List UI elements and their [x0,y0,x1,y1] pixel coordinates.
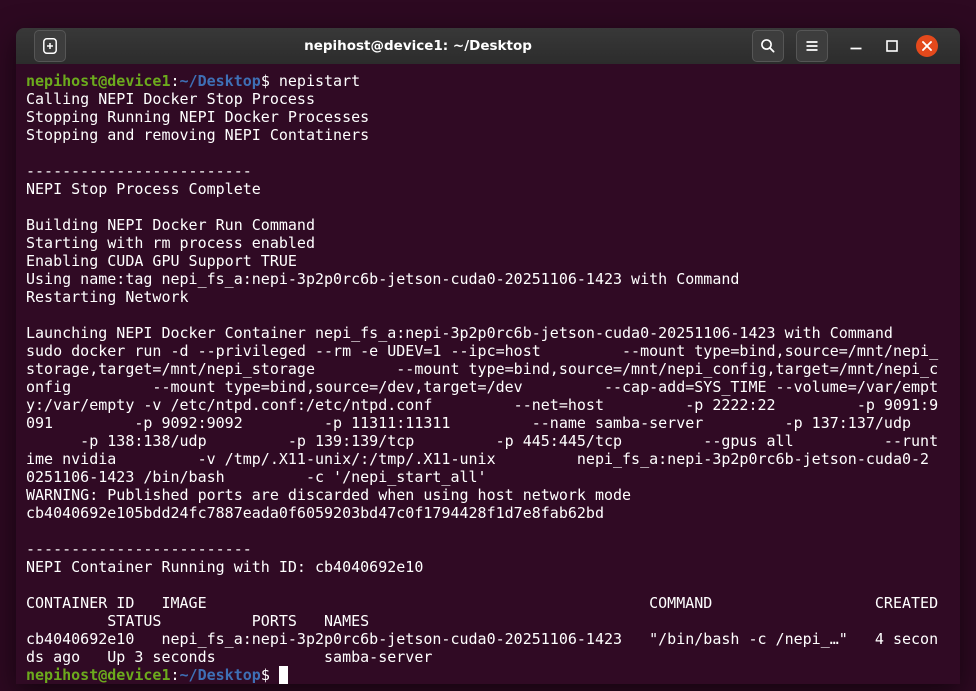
terminal-line: ds ago Up 3 seconds samba-server [26,648,960,666]
command-entered: $ nepistart [261,72,360,90]
text-segment: : [171,72,180,90]
terminal-line: Stopping Running NEPI Docker Processes [26,108,960,126]
terminal-line [26,198,960,216]
terminal-line: Enabling CUDA GPU Support TRUE [26,252,960,270]
maximize-button[interactable] [884,38,900,54]
terminal-line: nepihost@device1:~/Desktop$ [26,666,960,684]
terminal-line: 091 -p 9092:9092 -p 11311:11311 --name s… [26,414,960,432]
terminal-line: 0251106-1423 /bin/bash -c '/nepi_start_a… [26,468,960,486]
prompt-path: ~/Desktop [180,666,261,684]
maximize-icon [884,38,900,54]
terminal-line: Using name:tag nepi_fs_a:nepi-3p2p0rc6b-… [26,270,960,288]
new-tab-icon [41,37,59,55]
titlebar-controls [752,30,960,62]
close-icon [921,40,933,52]
prompt-user-host: nepihost@device1 [26,72,171,90]
titlebar[interactable]: nepihost@device1: ~/Desktop [16,28,960,65]
prompt-path: ~/Desktop [180,72,261,90]
window-title: nepihost@device1: ~/Desktop [136,38,700,54]
terminal-line: CONTAINER ID IMAGE COMMAND CREATED [26,594,960,612]
text-segment: : [171,666,180,684]
terminal-line: cb4040692e105bdd24fc7887eada0f6059203bd4… [26,504,960,522]
terminal-line: STATUS PORTS NAMES [26,612,960,630]
terminal-line [26,576,960,594]
terminal-line: ime nvidia -v /tmp/.X11-unix/:/tmp/.X11-… [26,450,960,468]
terminal-line [26,306,960,324]
new-tab-button[interactable] [34,30,66,62]
minimize-button[interactable] [848,38,864,54]
search-icon [759,37,777,55]
terminal-line: y:/var/empty -v /etc/ntpd.conf:/etc/ntpd… [26,396,960,414]
terminal-line: nepihost@device1:~/Desktop$ nepistart [26,72,960,90]
terminal-line: NEPI Stop Process Complete [26,180,960,198]
terminal-line: WARNING: Published ports are discarded w… [26,486,960,504]
prompt-user-host: nepihost@device1 [26,666,171,684]
cursor [279,666,288,684]
terminal-line: -p 138:138/udp -p 139:139/tcp -p 445:445… [26,432,960,450]
terminal-line: ------------------------- [26,540,960,558]
search-button[interactable] [752,30,784,62]
terminal-line: storage,target=/mnt/nepi_storage --mount… [26,360,960,378]
terminal-line: Building NEPI Docker Run Command [26,216,960,234]
terminal-line [26,144,960,162]
menu-button[interactable] [796,30,828,62]
terminal-line: Restarting Network [26,288,960,306]
close-button[interactable] [916,35,938,57]
terminal-line: Stopping and removing NEPI Contatiners [26,126,960,144]
terminal-line: Calling NEPI Docker Stop Process [26,90,960,108]
terminal-line: sudo docker run -d --privileged --rm -e … [26,342,960,360]
terminal-line: Launching NEPI Docker Container nepi_fs_… [26,324,960,342]
terminal-line: cb4040692e10 nepi_fs_a:nepi-3p2p0rc6b-je… [26,630,960,648]
terminal-line [26,522,960,540]
terminal-line: NEPI Container Running with ID: cb404069… [26,558,960,576]
terminal-line: Starting with rm process enabled [26,234,960,252]
minimize-icon [848,38,864,54]
terminal-window: nepihost@device1: ~/Desktop [16,28,960,684]
terminal-line: ------------------------- [26,162,960,180]
prompt-symbol: $ [261,666,279,684]
terminal-line: onfig --mount type=bind,source=/dev,targ… [26,378,960,396]
terminal-output[interactable]: nepihost@device1:~/Desktop$ nepistartCal… [16,64,960,684]
hamburger-menu-icon [803,37,821,55]
desktop: { "colors": { "desktop": "#2d0921", "tit… [0,0,976,691]
